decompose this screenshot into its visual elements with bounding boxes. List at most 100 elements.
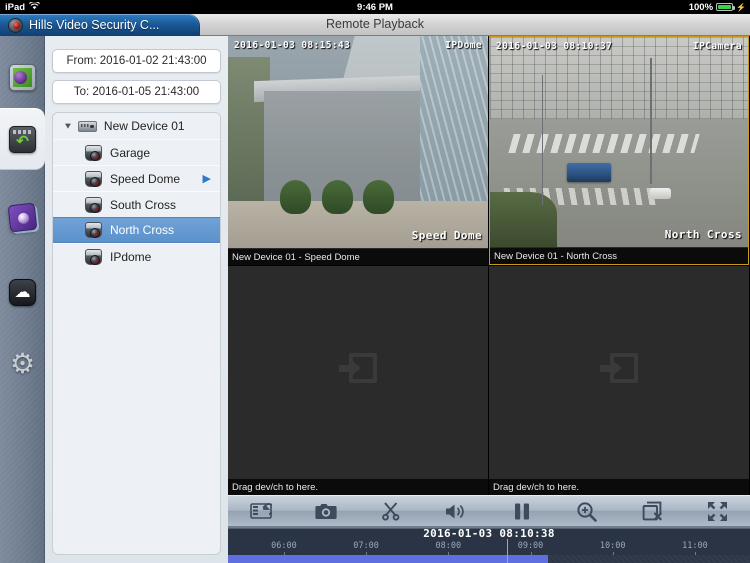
video-cell-2[interactable]: 2016-01-03 08:10:37 IPCamera North Cross…: [489, 36, 749, 265]
app-logo-icon: [8, 17, 23, 33]
playback-timeline[interactable]: 2016-01-03 08:10:38 06:00 07:00 08:00 09:00…: [228, 527, 750, 563]
tree-item-ipdome[interactable]: IPdome: [53, 243, 220, 269]
lightning-bolt-icon: ⚡: [736, 2, 746, 12]
drag-drop-icon: [600, 353, 638, 389]
pause-button[interactable]: [500, 496, 544, 526]
scissors-icon: [381, 501, 401, 521]
osd-timestamp: 2016-01-03 08:10:37: [496, 41, 613, 52]
osd-timestamp: 2016-01-03 08:15:43: [234, 40, 351, 51]
snapshot-button[interactable]: [304, 496, 348, 526]
tree-item-label: Speed Dome: [110, 171, 181, 186]
remote-playback-icon: [9, 125, 36, 153]
timeline-tick-label: 08:00: [435, 541, 462, 551]
fullscreen-icon: [707, 501, 728, 522]
tree-item-device[interactable]: ▼ New Device 01: [53, 113, 220, 139]
timeline-cursor[interactable]: [506, 539, 509, 563]
timeline-tick-label: 11:00: [682, 541, 708, 551]
tree-item-label: South Cross: [110, 197, 177, 212]
osd-channel-name: IPCamera: [693, 41, 742, 52]
timeline-track[interactable]: [228, 555, 750, 563]
empty-video-slot-3[interactable]: [228, 266, 488, 495]
tree-item-south-cross[interactable]: South Cross: [53, 191, 220, 217]
dvr-icon: [77, 120, 97, 132]
tree-item-label: IPdome: [110, 249, 152, 264]
ios-status-bar: iPad 9:46 PM 100% ⚡: [0, 0, 750, 14]
camera-icon: [85, 248, 102, 265]
fullscreen-button[interactable]: [695, 496, 739, 526]
app-window: iPad 9:46 PM 100% ⚡ Remote Playback Hill…: [0, 0, 750, 563]
video-cell-3[interactable]: Drag dev/ch to here.: [228, 266, 488, 495]
reverse-playback-icon: [249, 502, 272, 520]
video-stream-2[interactable]: 2016-01-03 08:10:37 IPCamera North Cross: [490, 37, 748, 247]
rail-item-cloud[interactable]: [0, 261, 45, 323]
camera-icon: [85, 144, 102, 161]
device-panel: From: 2016-01-02 21:43:00 To: 2016-01-05…: [45, 36, 228, 563]
rail-item-live-view[interactable]: [0, 46, 45, 108]
tree-item-speed-dome[interactable]: Speed Dome ▶: [53, 165, 220, 191]
video-grid: 2016-01-03 08:15:43 IPDome Speed Dome Ne…: [228, 36, 750, 495]
video-image-1: [228, 36, 488, 248]
battery-icon: [716, 3, 736, 11]
empty-video-slot-4[interactable]: [489, 266, 749, 495]
camera-icon: [85, 170, 102, 187]
play-arrow-icon[interactable]: ▶: [203, 172, 211, 185]
tree-item-label: North Cross: [110, 223, 175, 237]
timeline-recording-bar[interactable]: [228, 555, 548, 563]
timeline-tick-label: 07:00: [353, 541, 379, 551]
video-cell-label: New Device 01 - North Cross: [490, 247, 748, 264]
clip-button[interactable]: [369, 496, 413, 526]
speaker-icon: [444, 502, 468, 521]
close-all-button[interactable]: [630, 496, 674, 526]
timeline-current-time: 2016-01-03 08:10:38: [423, 527, 555, 540]
gear-icon: [9, 348, 36, 380]
from-time-field[interactable]: From: 2016-01-02 21:43:00: [52, 49, 221, 73]
timeline-tick-label: 09:00: [517, 541, 544, 551]
rail-item-configuration[interactable]: [0, 333, 45, 395]
camera-icon: [314, 502, 338, 521]
video-cell-1[interactable]: 2016-01-03 08:15:43 IPDome Speed Dome Ne…: [228, 36, 488, 265]
live-view-icon: [9, 63, 36, 91]
video-cell-label: Drag dev/ch to here.: [489, 478, 749, 495]
photo-album-icon: [7, 202, 38, 232]
rail-item-pictures-videos[interactable]: [0, 186, 45, 248]
close-window-icon: [642, 501, 663, 521]
app-tab-label: Hills Video Security C...: [29, 18, 160, 32]
digital-zoom-button[interactable]: [565, 496, 609, 526]
video-cell-label: Drag dev/ch to here.: [228, 478, 488, 495]
osd-watermark: North Cross: [664, 228, 742, 241]
status-bar-right: 100% ⚡: [689, 2, 746, 13]
timeline-tick-label: 06:00: [271, 541, 297, 551]
status-bar-clock: 9:46 PM: [357, 1, 393, 13]
tree-item-garage[interactable]: Garage: [53, 139, 220, 165]
magnifier-plus-icon: [576, 501, 598, 522]
tree-item-label: Garage: [110, 145, 151, 160]
device-tree: ▼ New Device 01 Garage Speed Dome ▶ Sout…: [52, 112, 221, 555]
rail-item-remote-playback[interactable]: [0, 108, 45, 170]
window-title-bar: Remote Playback Hills Video Security C..…: [0, 14, 750, 36]
timeline-ticks: 06:00 07:00 08:00 09:00 10:00 11:00: [228, 541, 750, 556]
cloud-icon: [9, 278, 36, 306]
audio-button[interactable]: [434, 496, 478, 526]
timeline-tick-label: 10:00: [599, 541, 626, 551]
osd-watermark: Speed Dome: [411, 229, 482, 242]
video-cell-4[interactable]: Drag dev/ch to here.: [489, 266, 749, 495]
video-cell-label: New Device 01 - Speed Dome: [228, 248, 488, 265]
video-image-2: [490, 37, 748, 247]
battery-percent-label: 100%: [688, 1, 714, 13]
to-time-field[interactable]: To: 2016-01-05 21:43:00: [52, 80, 221, 104]
tree-item-north-cross[interactable]: North Cross: [53, 217, 220, 243]
app-tab[interactable]: Hills Video Security C...: [0, 14, 200, 36]
chevron-down-icon[interactable]: ▼: [63, 121, 73, 130]
osd-channel-name: IPDome: [445, 40, 482, 51]
to-time-value: To: 2016-01-05 21:43:00: [73, 86, 200, 98]
camera-icon: [85, 196, 102, 213]
playback-toolbar: [228, 495, 750, 527]
from-time-value: From: 2016-01-02 21:43:00: [66, 55, 207, 67]
drag-drop-icon: [339, 353, 377, 389]
reverse-playback-button[interactable]: [239, 496, 283, 526]
video-stream-1[interactable]: 2016-01-03 08:15:43 IPDome Speed Dome: [228, 36, 488, 248]
left-rail: [0, 36, 45, 563]
pause-icon: [513, 502, 531, 521]
tree-item-label: New Device 01: [103, 119, 185, 133]
camera-icon: [85, 222, 102, 238]
